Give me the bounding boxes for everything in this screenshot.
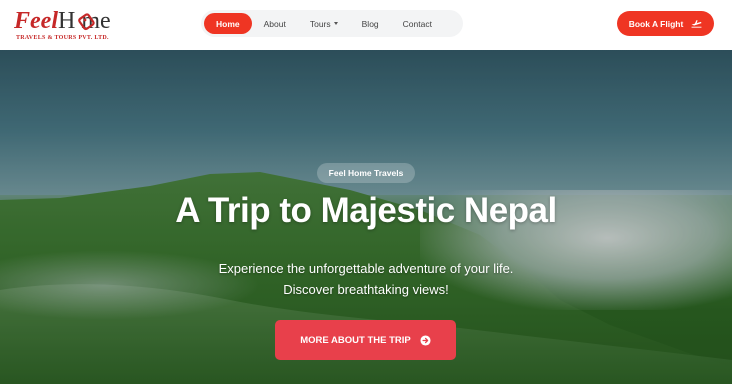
nav-item-about[interactable]: About <box>252 13 298 34</box>
logo-tag-icon <box>78 13 95 31</box>
main-nav: Home About Tours Blog Contact <box>201 10 463 37</box>
hero-badge: Feel Home Travels <box>317 163 415 183</box>
site-header: FeelH me TRAVELS & TOURS PVT. LTD. Home … <box>0 0 732 50</box>
hero-subtitle-line2: Discover breathtaking views! <box>283 282 449 297</box>
caret-down-icon <box>333 22 338 25</box>
hero-section: Feel Home Travels A Trip to Majestic Nep… <box>0 50 732 384</box>
plane-icon <box>691 20 702 28</box>
nav-item-tours[interactable]: Tours <box>298 13 350 34</box>
brand-logo[interactable]: FeelH me TRAVELS & TOURS PVT. LTD. <box>14 8 126 44</box>
hero-title: A Trip to Majestic Nepal <box>175 191 557 230</box>
arrow-right-circle-icon <box>420 334 431 346</box>
hero-subtitle-line1: Experience the unforgettable adventure o… <box>218 261 514 276</box>
book-flight-button[interactable]: Book A Flight <box>617 11 714 36</box>
logo-tagline: TRAVELS & TOURS PVT. LTD. <box>16 35 109 41</box>
nav-item-contact[interactable]: Contact <box>391 13 444 34</box>
more-about-trip-button[interactable]: MORE ABOUT THE TRIP <box>275 320 456 360</box>
nav-item-home[interactable]: Home <box>204 13 252 34</box>
nav-item-blog[interactable]: Blog <box>350 13 391 34</box>
